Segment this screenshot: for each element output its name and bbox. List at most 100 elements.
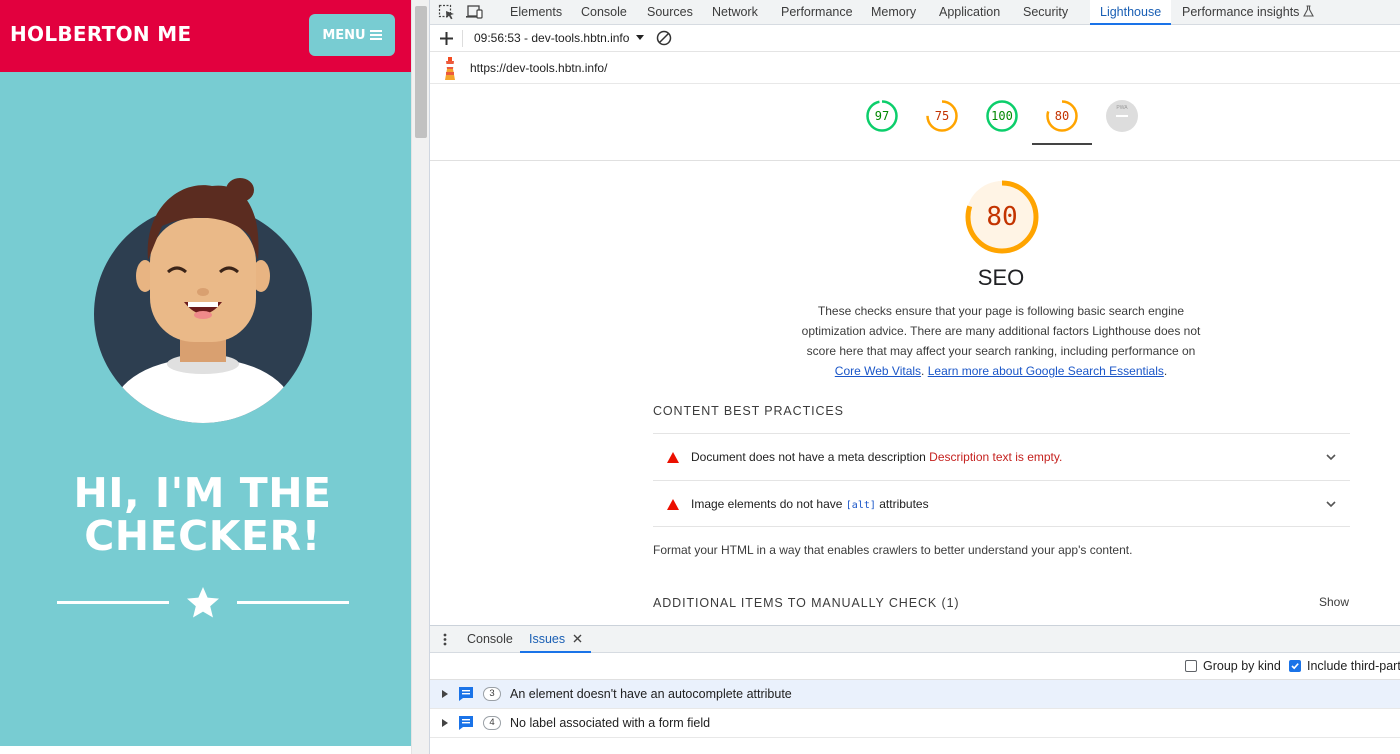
tab-performance-insights-label: Performance insights [1182,5,1300,19]
score-gauge-value: 75 [934,109,950,123]
hero-line-1: HI, I'M THE [73,469,332,517]
tab-performance[interactable]: Performance [781,0,853,25]
score-gauge-3[interactable]: 80 [1045,99,1079,133]
flask-icon [1302,5,1314,17]
device-toolbar-icon[interactable] [465,4,483,20]
tab-console[interactable]: Console [581,0,627,25]
category-description-line-2: optimization advice. There are many addi… [801,324,1201,338]
audit-code: [alt] [845,500,876,511]
seo-report: 80 SEO These checks ensure that your pag… [430,161,1400,625]
issue-row[interactable]: 4 No label associated with a form field [430,709,1400,738]
chevron-down-icon[interactable] [1325,451,1337,463]
audited-url[interactable]: https://dev-tools.hbtn.info/ [470,61,607,75]
site-header: HOLBERTON ME MENU [0,0,411,72]
score-gauge-4[interactable]: PWA [1105,99,1139,133]
site-title[interactable]: HOLBERTON ME [10,22,191,46]
search-essentials-link[interactable]: Learn more about Google Search Essential… [928,364,1164,378]
issue-text: An element doesn't have an autocomplete … [510,687,792,701]
lighthouse-toolbar: 09:56:53 - dev-tools.hbtn.info [430,25,1400,52]
hamburger-icon [369,30,382,40]
fail-triangle-icon [667,452,679,463]
score-gauge-label: PWA [1116,105,1128,111]
score-gauge-0[interactable]: 97 [865,99,899,133]
drawer-tab-issues-label: Issues [529,632,566,646]
drawer-tabbar: Console Issues [430,625,1400,653]
lighthouse-url-bar: https://dev-tools.hbtn.info/ [430,53,1400,84]
tab-memory[interactable]: Memory [871,0,916,25]
chevron-down-icon[interactable] [1325,498,1337,510]
description-end: . [1163,364,1168,378]
expand-arrow-icon[interactable] [442,719,448,727]
score-gauges-row: 97 75 100 80 PWA [430,84,1400,161]
tab-network[interactable]: Network [712,0,758,25]
category-title: SEO [977,265,1025,290]
score-gauge-2[interactable]: 100 [985,99,1019,133]
audit-warning: Description text is empty. [929,450,1063,464]
star-icon [187,587,219,618]
menu-label: MENU [322,27,366,43]
drawer-tab-issues[interactable]: Issues [520,626,591,653]
star-divider [57,587,349,618]
issue-row[interactable]: 3 An element doesn't have an autocomplet… [430,680,1400,709]
plus-icon[interactable] [440,32,453,45]
link-separator: . [921,364,928,378]
page-bottom-edge [0,746,411,754]
expand-arrow-icon[interactable] [442,690,448,698]
avatar [94,178,312,423]
tab-sources[interactable]: Sources [647,0,693,25]
include-third-party-checkbox[interactable] [1289,660,1301,672]
issue-message-icon [459,716,473,730]
manual-check-heading: ADDITIONAL ITEMS TO MANUALLY CHECK (1) [653,596,960,610]
menu-button[interactable]: MENU [309,14,395,56]
seo-score-value: 80 [986,202,1018,232]
more-options-icon[interactable] [443,633,447,646]
issue-count: 3 [483,687,501,701]
issue-count: 4 [483,716,501,730]
hero-line-2: CHECKER! [84,512,321,560]
audit-title-pre: Image elements do not have [691,497,843,511]
page-viewport: HOLBERTON ME MENU HI, I'M THE CHECKER! [0,0,411,746]
report-selector[interactable]: 09:56:53 - dev-tools.hbtn.info [474,31,644,45]
page-scrollbar-thumb[interactable] [415,6,427,138]
hero-heading: HI, I'M THE CHECKER! [0,472,405,558]
toolbar-divider [462,30,463,47]
score-gauge-value: 97 [874,109,890,123]
close-icon[interactable] [573,634,582,643]
audit-image-alt[interactable]: Image elements do not have [alt] attribu… [653,480,1350,527]
fail-triangle-icon [667,499,679,510]
report-selector-label: 09:56:53 - dev-tools.hbtn.info [474,31,630,45]
na-dash-icon [1116,115,1128,117]
page-scrollbar[interactable] [411,0,429,754]
category-description-line-3: score here that may affect your search r… [806,344,1196,358]
group-description: Format your HTML in a way that enables c… [653,543,1133,557]
score-gauge-value: 80 [1054,109,1070,123]
active-score-underline [1032,143,1092,145]
group-by-kind-label: Group by kind [1203,659,1281,673]
checkmark-icon [1291,663,1299,670]
issue-text: No label associated with a form field [510,716,711,730]
clear-icon[interactable] [656,30,672,46]
audit-title: Document does not have a meta descriptio… [691,450,926,464]
score-gauge-1[interactable]: 75 [925,99,959,133]
tab-security[interactable]: Security [1023,0,1068,25]
core-web-vitals-link[interactable]: Core Web Vitals [835,364,921,378]
category-description-line-1: These checks ensure that your page is fo… [817,304,1185,318]
issue-message-icon [459,687,473,701]
audit-title-post: attributes [879,497,929,511]
lighthouse-logo-icon [445,57,455,80]
tab-application[interactable]: Application [939,0,1000,25]
group-by-kind-checkbox[interactable] [1185,660,1197,672]
tab-performance-insights[interactable]: Performance insights [1182,0,1314,25]
score-gauge-value: 100 [991,109,1013,123]
audit-meta-description[interactable]: Document does not have a meta descriptio… [653,433,1350,480]
content-best-practices-heading: CONTENT BEST PRACTICES [653,404,844,418]
issues-toolbar: Group by kind Include third-part [430,653,1400,680]
tab-lighthouse[interactable]: Lighthouse [1090,0,1172,25]
category-description: These checks ensure that your page is fo… [791,301,1211,381]
drawer-tab-console[interactable]: Console [467,626,513,653]
devtools-panel: Elements Console Sources Network Perform… [429,0,1400,754]
show-button[interactable]: Show [1319,595,1349,609]
inspect-element-icon[interactable] [438,4,456,20]
devtools-tabbar: Elements Console Sources Network Perform… [430,0,1400,25]
tab-elements[interactable]: Elements [510,0,562,25]
